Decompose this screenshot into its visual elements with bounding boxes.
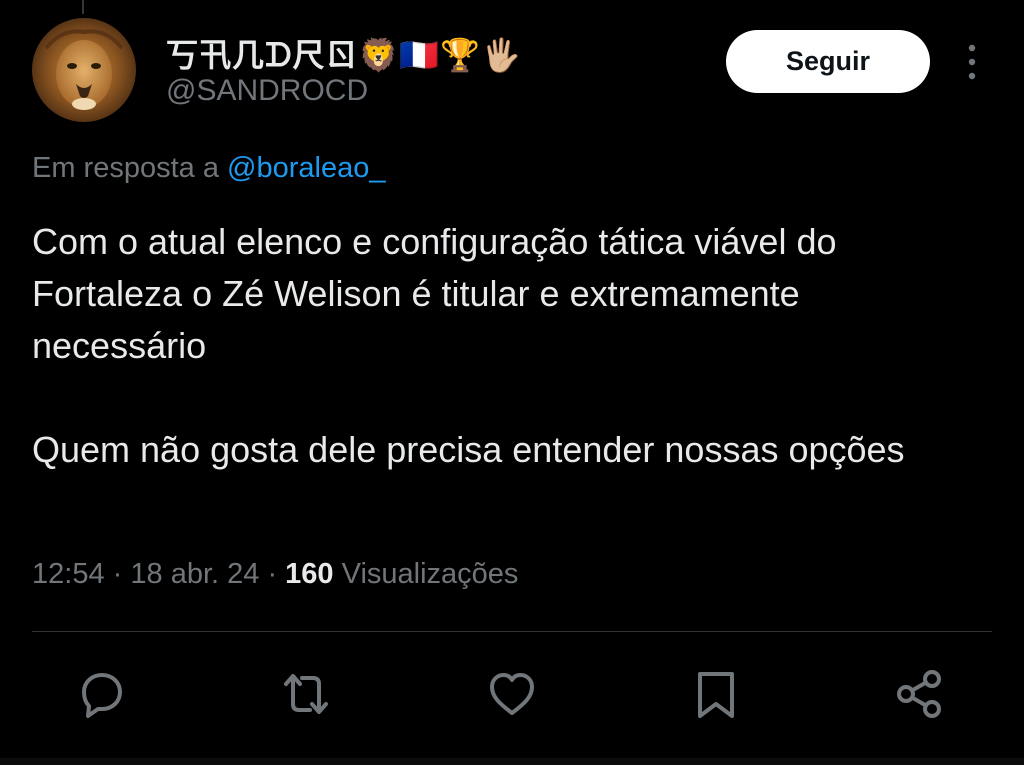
reply-icon [82,673,122,718]
follow-button[interactable]: Seguir [726,30,930,93]
avatar[interactable] [32,18,136,122]
more-vertical-icon[interactable] [958,42,986,82]
reply-mention-link[interactable]: @boraleao_ [227,152,385,184]
retweet-icon [284,674,328,714]
tweet-paragraph: Quem não gosta dele precisa entender nos… [32,429,905,470]
reply-context-prefix: Em resposta a [32,152,219,184]
tweet-meta: 12:54 · 18 abr. 24 · 160 Visualizações [32,558,518,591]
meta-separator: · [267,558,278,590]
share-button[interactable] [892,666,948,722]
tweet-paragraph: Com o atual elenco e configuração tática… [32,221,837,366]
share-icon [897,670,941,718]
bookmark-icon [698,672,734,718]
lion-avatar-image [32,18,136,122]
bookmark-button[interactable] [688,666,744,722]
author-handle[interactable]: @SANDROCD [166,74,368,108]
like-button[interactable] [484,666,540,722]
tweet-text: Com o atual elenco e configuração tática… [32,216,982,476]
heart-icon [490,673,534,715]
retweet-button[interactable] [278,666,334,722]
author-display-name[interactable]: 丂卂几ᗪ尺ㄖ🦁🇫🇷🏆🖐🏼 [166,30,522,76]
tweet-date[interactable]: 18 abr. 24 [130,558,259,590]
views-label: Visualizações [341,558,519,590]
reply-button[interactable] [74,666,130,722]
meta-separator: · [112,558,123,590]
thread-connector-line [82,0,84,14]
divider [32,631,992,632]
reply-context: Em resposta a @boraleao_ [32,152,386,185]
tweet-time[interactable]: 12:54 [32,558,105,590]
views-count: 160 [285,558,334,590]
bottom-edge [0,758,1024,765]
